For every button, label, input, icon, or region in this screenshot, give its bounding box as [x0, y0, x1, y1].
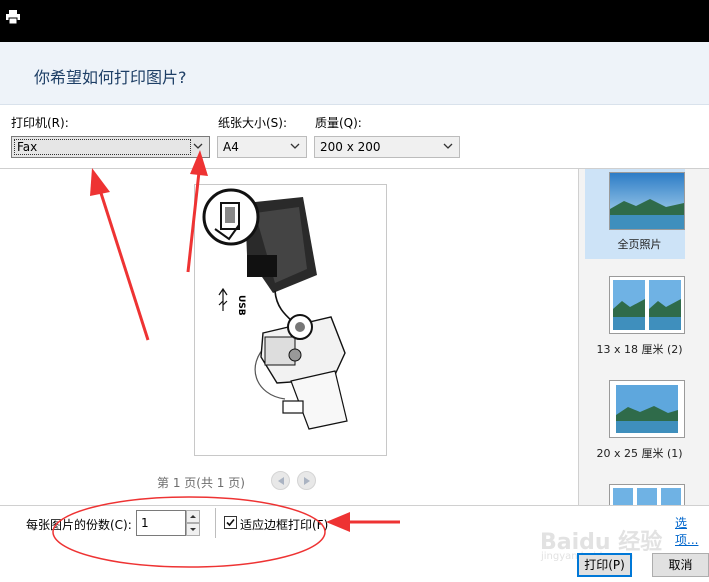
layout-item-20x25[interactable]: 20 x 25 厘米 (1): [579, 374, 709, 464]
paper-size-select[interactable]: A4: [217, 136, 307, 158]
layout-label: 13 x 18 厘米 (2): [596, 343, 683, 356]
quality-select[interactable]: 200 x 200: [314, 136, 460, 158]
printer-select[interactable]: Fax: [11, 136, 210, 158]
checkmark-icon: [226, 518, 235, 527]
dialog-header: 你希望如何打印图片?: [0, 42, 709, 104]
triangle-down-icon: [190, 528, 196, 531]
printer-app-icon: [6, 10, 20, 24]
next-page-button[interactable]: [297, 471, 316, 490]
footer-separator: [215, 508, 216, 538]
copies-input[interactable]: 1: [136, 510, 186, 536]
layout-item-13x18[interactable]: 13 x 18 厘米 (2): [579, 269, 709, 359]
layout-item-full-page[interactable]: 全页照片: [579, 169, 709, 259]
print-button[interactable]: 打印(P): [577, 553, 632, 577]
previous-page-button[interactable]: [271, 471, 290, 490]
quality-label: 质量(Q):: [315, 116, 362, 130]
chevron-down-icon: [443, 143, 453, 149]
copies-label: 每张图片的份数(C):: [26, 518, 132, 532]
chevron-down-icon: [290, 143, 300, 149]
device-illustration: USB: [202, 188, 348, 430]
copies-value: 1: [141, 516, 149, 530]
decrement-button[interactable]: [186, 523, 200, 536]
layout-label: 全页照片: [617, 238, 662, 251]
focus-rect: [14, 139, 191, 155]
printer-label: 打印机(R):: [11, 116, 69, 130]
layout-item-partial[interactable]: [579, 481, 709, 505]
fit-to-frame-label[interactable]: 适应边框打印(F): [240, 516, 328, 533]
options-link[interactable]: 选项...: [675, 514, 709, 548]
paper-size-label: 纸张大小(S):: [218, 116, 288, 130]
copies-stepper[interactable]: 1: [136, 510, 202, 536]
fit-to-frame-checkbox[interactable]: [224, 516, 237, 529]
layout-thumbnail: [609, 484, 685, 505]
print-preview-page: USB: [194, 184, 387, 456]
layout-thumbnail: [609, 172, 685, 230]
layout-thumbnail: [609, 380, 685, 438]
quality-value: 200 x 200: [320, 140, 381, 154]
title-bar: [0, 0, 709, 42]
cancel-button[interactable]: 取消: [652, 553, 709, 577]
header-divider: [0, 104, 709, 105]
increment-button[interactable]: [186, 510, 200, 523]
dialog-heading: 你希望如何打印图片?: [34, 68, 187, 87]
triangle-right-icon: [304, 477, 310, 485]
triangle-up-icon: [190, 515, 196, 518]
printer-value: Fax: [17, 140, 38, 154]
triangle-left-icon: [278, 477, 284, 485]
usb-text: USB: [236, 295, 246, 316]
page-indicator: 第 1 页(共 1 页): [157, 476, 245, 490]
paper-size-value: A4: [223, 140, 239, 154]
layout-label: 20 x 25 厘米 (1): [596, 447, 683, 460]
layout-thumbnail: [609, 276, 685, 334]
chevron-down-icon: [193, 143, 203, 149]
layout-list: 全页照片 13 x 18 厘米 (2) 20 x 25 厘米 (1): [578, 169, 709, 505]
